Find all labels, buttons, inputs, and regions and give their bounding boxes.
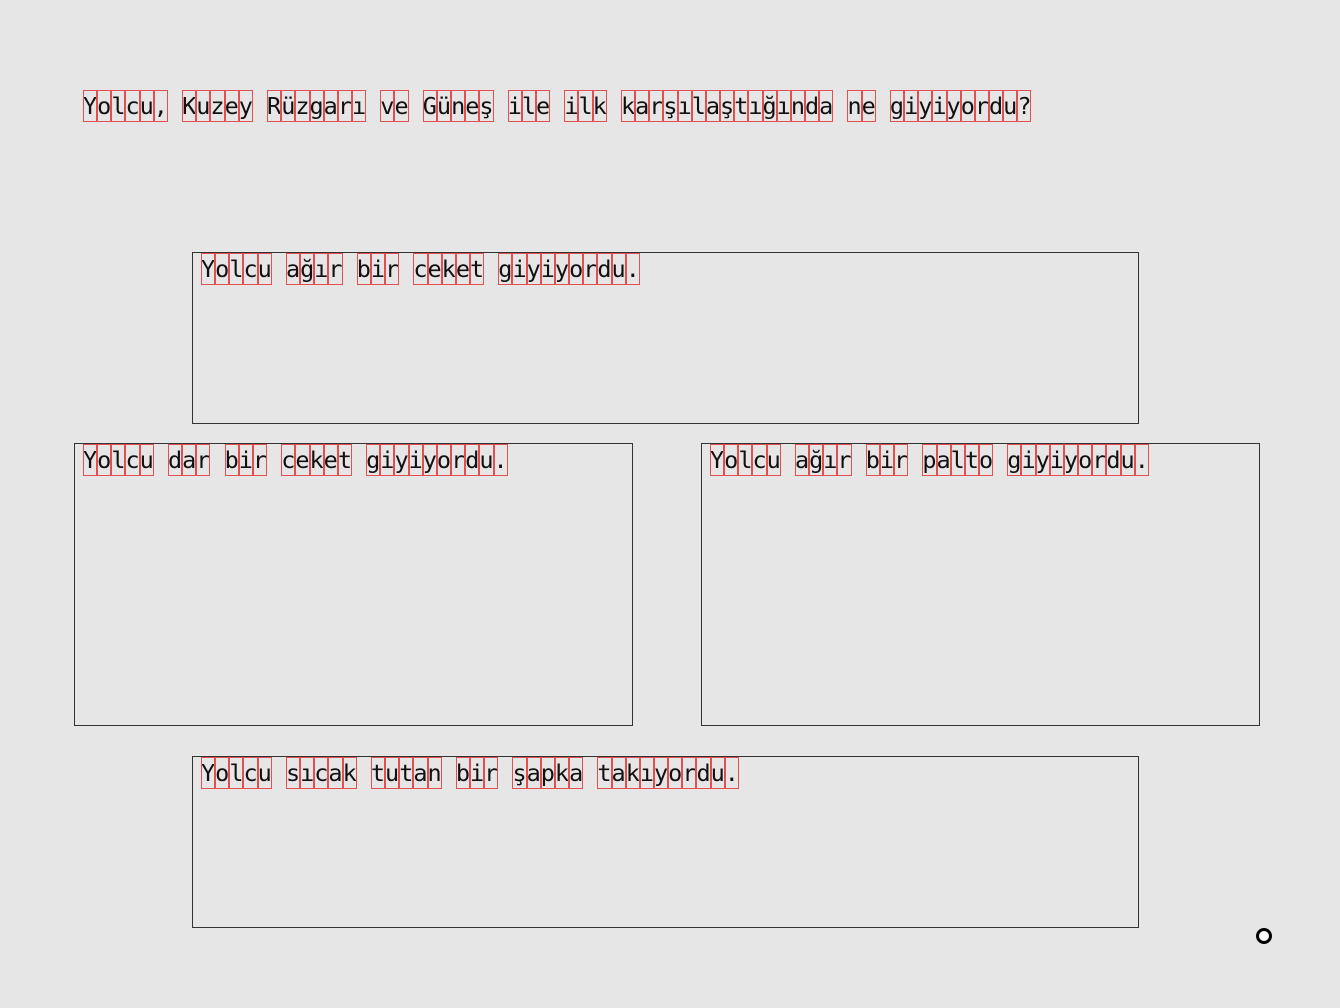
answer-option-3[interactable]: Yolcu ağır bir palto giyiyordu. — [701, 443, 1260, 726]
answer-option-2[interactable]: Yolcu dar bir ceket giyiyordu. — [74, 443, 633, 726]
answer-option-2-label: Yolcu dar bir ceket giyiyordu. — [83, 444, 508, 476]
circle-cursor-icon — [1256, 928, 1272, 944]
answer-option-3-label: Yolcu ağır bir palto giyiyordu. — [710, 444, 1149, 476]
answer-option-4[interactable]: Yolcu sıcak tutan bir şapka takıyordu. — [192, 756, 1139, 928]
answer-option-1[interactable]: Yolcu ağır bir ceket giyiyordu. — [192, 252, 1139, 424]
answer-option-1-label: Yolcu ağır bir ceket giyiyordu. — [201, 253, 640, 285]
answer-option-4-label: Yolcu sıcak tutan bir şapka takıyordu. — [201, 757, 739, 789]
question-text: Yolcu, Kuzey Rüzgarı ve Güneş ile ilk ka… — [83, 90, 1032, 122]
